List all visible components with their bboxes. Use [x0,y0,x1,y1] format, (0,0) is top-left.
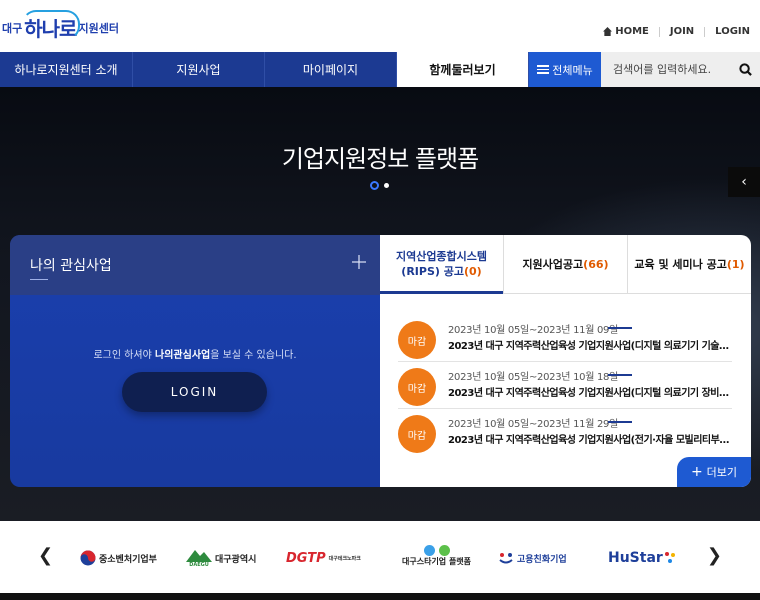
slide-dot-1[interactable] [370,181,379,190]
tab-support-count: (66) [583,257,609,271]
login-message-bold: 나의관심사업 [155,350,211,361]
login-message-pre: 로그인 하셔야 [93,350,156,361]
list-item[interactable]: 마감 2023년 10월 05일~2023년 11월 09일 2023년 대구 … [398,315,732,362]
item-title[interactable]: 2023년 대구 지역주력산업육성 기업지원사업(디지털 의료기기 장비활… [448,384,730,399]
tab-rips[interactable]: 지역산업종합시스템 (RIPS) 공고(0) [380,235,503,294]
dgtp-sub: 대구테크노파크 [328,555,361,562]
tab-education-label: 교육 및 세미나 공고 [634,257,727,271]
plus-icon: + [690,464,703,480]
sparkle-icon [664,552,675,563]
login-message-post: 을 보실 수 있습니다. [210,350,297,361]
list-item[interactable]: 마감 2023년 10월 05일~2023년 11월 29일 2023년 대구 … [398,409,732,456]
page: 대구 하나로 지원센터 HOME JOIN LOGIN 하나로지원센터 소개 지… [0,0,760,600]
tab-rips-label: 지역산업종합시스템 (RIPS) 공고(0) [396,249,487,279]
date-accent-line [608,374,632,376]
slide-dot-2[interactable] [384,183,389,188]
search-box [601,52,760,87]
taegeuk-icon [80,550,96,566]
tab-rips-line1: 지역산업종합시스템 [395,250,488,263]
slide-indicator [370,181,389,190]
partner-banner: ❮ 중소벤처기업부 DAEGU 대구광역시 DGTP 대구테크노파크 대구스타기… [0,521,760,593]
circle-icon [438,545,450,556]
tab-education[interactable]: 교육 및 세미나 공고 (1) [627,235,751,293]
item-title[interactable]: 2023년 대구 지역주력산업육성 기업지원사업(디지털 의료기기 기술문… [448,337,730,352]
item-date: 2023년 10월 05일~2023년 11월 09일 [448,325,618,336]
logo-prefix: 대구 [2,21,23,35]
partner-logo-mss[interactable]: 중소벤처기업부 [80,547,157,569]
login-link[interactable]: LOGIN [715,26,750,37]
partner-logo-daegu[interactable]: DAEGU 대구광역시 [186,547,256,569]
all-menu-button[interactable]: 전체메뉴 [529,52,601,87]
join-link[interactable]: JOIN [670,26,694,37]
notice-tabs: 지역산업종합시스템 (RIPS) 공고(0) 지원사업공고 (66) 교육 및 세… [380,235,751,294]
partner-next-icon[interactable]: ❯ [707,545,722,566]
item-date: 2023년 10월 05일~2023년 11월 29일 [448,419,618,430]
nav-item-support[interactable]: 지원사업 [133,52,265,87]
list-item[interactable]: 마감 2023년 10월 05일~2023년 10월 18일 2023년 대구 … [398,362,732,409]
interest-title: 나의 관심사업 [30,258,112,274]
tab-support-notice[interactable]: 지원사업공고 (66) [503,235,627,293]
logo-main: 하나로 [22,10,81,42]
tab-rips-line2: (RIPS) 공고 [401,265,464,278]
smile-icon [499,553,513,564]
tab-rips-count: (0) [463,265,482,278]
util-divider [704,26,706,37]
logo-suffix: 지원센터 [78,21,119,35]
closed-badge: 마감 [398,321,436,359]
partner-name: 고용친화기업 [517,554,567,565]
header: 대구 하나로 지원센터 HOME JOIN LOGIN [0,0,760,52]
star-mark [423,545,450,556]
util-divider [658,26,660,37]
hamburger-icon [537,65,550,74]
home-link[interactable]: HOME [615,26,649,37]
site-logo[interactable]: 대구 하나로 지원센터 [2,10,119,42]
partner-name: 대구스타기업 플랫폼 [402,557,472,566]
partner-prev-icon[interactable]: ❮ [38,545,53,566]
partner-logo-hustar[interactable]: HuStar [608,547,677,569]
footer-bar [0,593,760,600]
partner-name: HuStar [608,550,663,566]
search-icon[interactable] [739,63,752,76]
hero-title: 기업지원정보 플랫폼 [281,145,479,173]
title-underline [30,279,48,280]
tab-support-label: 지원사업공고 [522,257,584,271]
nav-item-about[interactable]: 하나로지원센터 소개 [0,52,133,87]
more-label: 더보기 [706,466,738,479]
mountain-icon [186,550,212,562]
login-message: 로그인 하셔야 나의관심사업을 보실 수 있습니다. [10,346,380,361]
date-accent-line [608,421,632,423]
daegu-mark: DAEGU [186,548,212,568]
partner-logo-employment[interactable]: 고용친화기업 [498,547,567,569]
plus-icon[interactable] [352,255,366,269]
nav-item-browse[interactable]: 함께둘러보기 [397,52,529,87]
util-nav: HOME JOIN LOGIN [603,26,750,37]
closed-badge: 마감 [398,415,436,453]
notice-panel: 지역산업종합시스템 (RIPS) 공고(0) 지원사업공고 (66) 교육 및 세… [380,235,751,487]
partner-name: DGTP [286,550,326,566]
partner-logo-star[interactable]: 대구스타기업 플랫폼 [402,545,471,567]
notice-list: 마감 2023년 10월 05일~2023년 11월 09일 2023년 대구 … [398,315,732,456]
more-button[interactable]: + 더보기 [677,457,751,487]
tab-education-count: (1) [726,257,745,271]
my-interest-panel: 나의 관심사업 로그인 하셔야 나의관심사업을 보실 수 있습니다. LOGIN [10,235,380,487]
item-title[interactable]: 2023년 대구 지역주력산업육성 기업지원사업(전기·자율 모빌리티부품 … [448,431,730,446]
nav-item-mypage[interactable]: 마이페이지 [265,52,397,87]
home-icon [603,27,613,36]
partner-name: 대구광역시 [215,554,257,565]
partner-logo-dgtp[interactable]: DGTP 대구테크노파크 [286,547,361,569]
all-menu-label: 전체메뉴 [552,63,593,77]
interest-header: 나의 관심사업 [10,235,380,295]
daegu-sub: DAEGU [189,562,209,568]
date-accent-line [608,327,632,329]
slide-prev-button[interactable]: ‹ [728,167,760,197]
circle-icon [423,545,435,556]
item-date: 2023년 10월 05일~2023년 10월 18일 [448,372,618,383]
partner-name: 중소벤처기업부 [99,554,157,565]
main-nav: 하나로지원센터 소개 지원사업 마이페이지 함께둘러보기 전체메뉴 [0,52,760,87]
login-button[interactable]: LOGIN [122,372,267,412]
search-input[interactable] [613,63,733,76]
closed-badge: 마감 [398,368,436,406]
